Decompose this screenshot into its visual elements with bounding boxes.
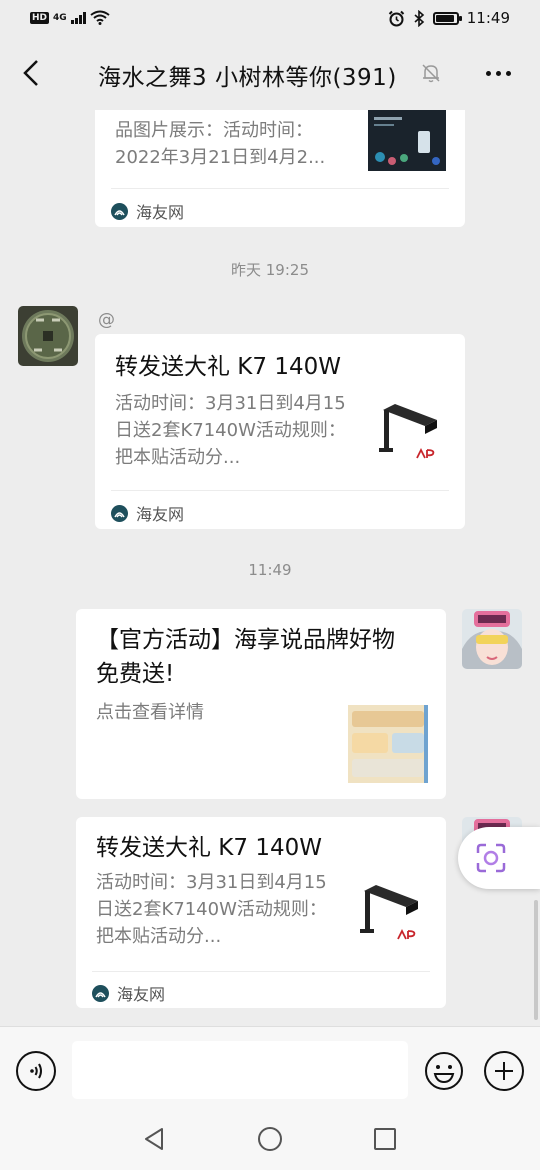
- card-thumbnail: [368, 110, 446, 171]
- haiyou-logo-icon: [111, 504, 128, 522]
- chat-header: 海水之舞3 小树林等你(391): [0, 38, 540, 110]
- card-source: 海友网: [111, 501, 184, 525]
- emoji-icon[interactable]: [424, 1051, 464, 1091]
- card-description: 活动时间：3月31日到4月15日送2套K7140W活动规则：把本贴活动分...: [115, 393, 346, 468]
- more-button[interactable]: [478, 58, 518, 88]
- source-label: 海友网: [136, 505, 185, 524]
- bell-muted-icon: [422, 64, 440, 83]
- card-title: 转发送大礼 K7 140W: [115, 354, 341, 380]
- nav-home-icon[interactable]: [257, 1126, 283, 1152]
- link-card[interactable]: 【官方活动】海享说品牌好物免费送! 点击查看详情: [76, 609, 446, 799]
- more-dot: [495, 70, 501, 76]
- chat-title: 海水之舞3 小树林等你(391): [98, 65, 397, 91]
- wifi-icon: [90, 10, 110, 25]
- link-card[interactable]: 转发送大礼 K7 140W 活动时间：3月31日到4月15日送2套K7140W活…: [76, 817, 446, 1008]
- input-bar: [0, 1026, 540, 1108]
- coin-avatar-icon: [18, 306, 78, 366]
- card-title: 转发送大礼 K7 140W: [96, 835, 322, 861]
- card-thumbnail: [358, 879, 428, 955]
- more-dot: [485, 70, 491, 76]
- card-divider: [92, 971, 430, 972]
- my-avatar[interactable]: [462, 609, 522, 669]
- nav-back-icon[interactable]: [142, 1126, 168, 1152]
- haiyou-logo-icon: [92, 984, 109, 1002]
- card-title: 【官方活动】海享说品牌好物免费送!: [96, 627, 395, 687]
- card-thumbnail: [348, 705, 428, 783]
- card-thumbnail: [377, 398, 447, 474]
- back-button[interactable]: [16, 58, 46, 88]
- more-dot: [505, 70, 511, 76]
- signal-icon: [70, 11, 86, 24]
- back-chevron-icon: [23, 60, 38, 86]
- alarm-icon: [388, 10, 404, 26]
- hd-badge: HD: [30, 11, 50, 24]
- sender-name: @: [98, 310, 115, 330]
- voice-icon: [30, 1063, 42, 1079]
- nav-recents-icon[interactable]: [372, 1126, 398, 1152]
- card-divider: [111, 188, 449, 189]
- chat-scrollbar[interactable]: [534, 900, 538, 1020]
- bluetooth-icon: [414, 9, 424, 27]
- status-bar: HD 4G 11:49: [0, 0, 540, 38]
- more-functions-button[interactable]: [484, 1051, 524, 1091]
- card-description: 活动时间：3月31日到4月15日送2套K7140W活动规则：把本贴活动分...: [96, 872, 327, 947]
- link-card[interactable]: 品图片展示：活动时间：2022年3月21日到4月2... 海友网: [95, 110, 465, 227]
- status-left: HD 4G: [30, 10, 110, 25]
- source-label: 海友网: [136, 203, 185, 222]
- voice-button[interactable]: [16, 1051, 56, 1091]
- card-source: 海友网: [111, 199, 184, 223]
- network-label: 4G: [53, 12, 67, 23]
- message-timestamp: 11:49: [248, 561, 292, 579]
- scan-lens-icon: [476, 843, 506, 873]
- status-right: 11:49: [388, 9, 510, 27]
- system-navigation-bar: [0, 1108, 540, 1170]
- girl-avatar-icon: [462, 609, 522, 669]
- chat-area[interactable]: 品图片展示：活动时间：2022年3月21日到4月2... 海友网 昨天 19:2…: [0, 110, 540, 1026]
- card-source: 海友网: [92, 981, 165, 1005]
- link-card[interactable]: 转发送大礼 K7 140W 活动时间：3月31日到4月15日送2套K7140W活…: [95, 334, 465, 529]
- status-time: 11:49: [466, 9, 510, 27]
- battery-icon: [432, 11, 462, 25]
- haiyou-logo-icon: [111, 202, 128, 220]
- plus-icon: [495, 1062, 513, 1080]
- card-description: 点击查看详情: [96, 702, 204, 723]
- message-timestamp: 昨天 19:25: [231, 261, 309, 279]
- message-input[interactable]: [72, 1041, 408, 1099]
- card-divider: [111, 490, 449, 491]
- sender-avatar[interactable]: [18, 306, 78, 366]
- source-label: 海友网: [117, 985, 166, 1004]
- card-description: 品图片展示：活动时间：2022年3月21日到4月2...: [115, 120, 326, 168]
- floating-scan-button[interactable]: [458, 827, 540, 889]
